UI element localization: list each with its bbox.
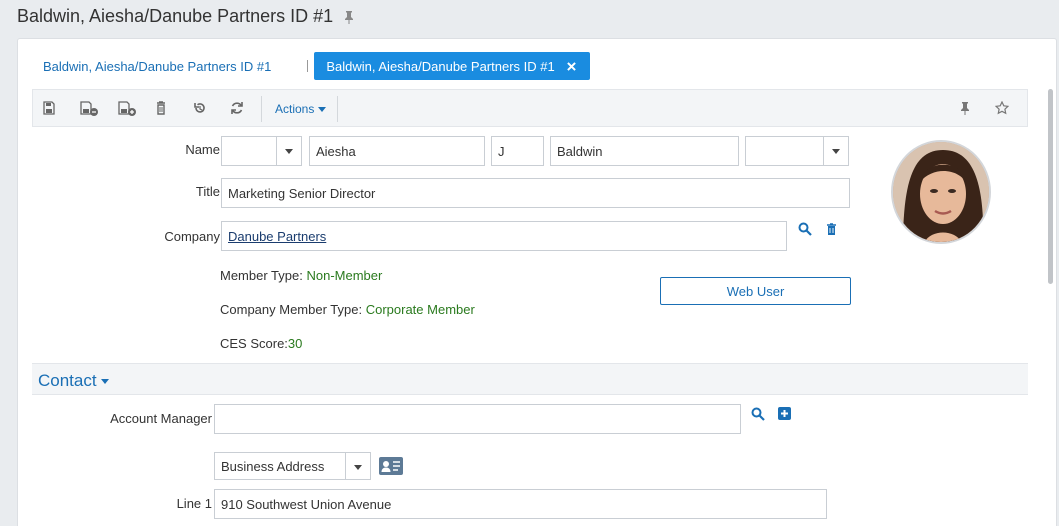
record-toolbar: Actions <box>32 89 1028 127</box>
save-close-icon <box>80 101 98 116</box>
company-field[interactable]: Danube Partners <box>221 221 787 251</box>
ces-score-label: CES Score: <box>220 336 288 351</box>
avatar-photo <box>893 142 989 242</box>
contact-section-header[interactable]: Contact <box>32 363 1028 395</box>
save-new-icon <box>118 101 136 116</box>
company-member-type: Company Member Type: Corporate Member <box>220 302 475 317</box>
title-label: Title <box>195 184 220 199</box>
chevron-down-icon <box>354 465 362 470</box>
address-type-select[interactable]: Business Address <box>214 452 371 480</box>
toolbar-divider <box>337 96 338 122</box>
member-type-value: Non-Member <box>306 268 383 283</box>
company-member-type-label: Company Member Type: <box>220 302 366 317</box>
last-name-field[interactable]: Baldwin <box>550 136 739 166</box>
ces-score-value: 30 <box>287 336 303 351</box>
member-type: Member Type: Non-Member <box>220 268 382 283</box>
company-member-type-value: Corporate Member <box>365 302 475 317</box>
trash-icon[interactable] <box>826 223 837 236</box>
member-type-label: Member Type: <box>220 268 307 283</box>
caret-down-icon <box>100 378 109 384</box>
close-icon[interactable] <box>566 61 576 71</box>
add-icon[interactable] <box>778 407 791 420</box>
scrollbar-thumb[interactable] <box>1048 89 1053 284</box>
section-title: Contact <box>38 371 109 391</box>
address-line1-field[interactable]: 910 Southwest Union Avenue <box>214 489 827 519</box>
favorite-button[interactable] <box>995 101 1009 115</box>
toolbar-divider <box>261 96 262 122</box>
refresh-button[interactable] <box>230 101 244 115</box>
actions-dropdown[interactable]: Actions <box>275 102 327 116</box>
tab-active-label: Baldwin, Aiesha/Danube Partners ID #1 <box>326 58 555 74</box>
company-link[interactable]: Danube Partners <box>228 229 326 244</box>
middle-initial-field[interactable]: J <box>491 136 544 166</box>
record-tabs: Baldwin, Aiesha/Danube Partners ID #1 Ba… <box>43 52 590 80</box>
address-card-icon[interactable] <box>379 457 403 475</box>
tab-record-inactive[interactable]: Baldwin, Aiesha/Danube Partners ID #1 <box>43 59 283 74</box>
name-label: Name <box>185 142 220 157</box>
tab-separator <box>307 60 309 72</box>
chevron-down-icon <box>832 149 840 154</box>
save-button[interactable] <box>42 101 56 115</box>
page-title: Baldwin, Aiesha/Danube Partners ID #1 <box>17 6 355 27</box>
trash-icon <box>157 101 165 115</box>
caret-down-icon <box>318 106 327 112</box>
title-field[interactable]: Marketing Senior Director <box>221 178 850 208</box>
line1-label: Line 1 <box>176 496 212 511</box>
pin-icon <box>961 102 969 115</box>
prefix-select[interactable] <box>221 136 302 166</box>
save-and-close-button[interactable] <box>79 101 99 116</box>
save-and-new-button[interactable] <box>117 101 137 116</box>
save-icon <box>43 101 55 115</box>
star-icon <box>995 101 1009 115</box>
undo-button[interactable] <box>193 101 207 115</box>
chevron-down-icon <box>285 149 293 154</box>
first-name-field[interactable]: Aiesha <box>309 136 485 166</box>
company-label: Company <box>164 229 220 244</box>
ces-score: CES Score:30 <box>220 336 302 351</box>
suffix-select[interactable] <box>745 136 849 166</box>
pin-record-button[interactable] <box>959 101 971 115</box>
search-icon[interactable] <box>798 222 812 236</box>
account-manager-field[interactable] <box>214 404 741 434</box>
page-title-text: Baldwin, Aiesha/Danube Partners ID #1 <box>17 6 334 26</box>
contact-section-title: Contact <box>38 371 97 390</box>
actions-label: Actions <box>275 102 315 116</box>
avatar[interactable] <box>891 140 991 244</box>
address-type-value: Business Address <box>221 458 325 474</box>
record-card: Baldwin, Aiesha/Danube Partners ID #1 Ba… <box>17 38 1057 526</box>
search-icon[interactable] <box>751 407 765 421</box>
account-manager-label: Account Manager <box>110 411 212 426</box>
refresh-icon <box>231 102 243 114</box>
undo-icon <box>194 103 205 113</box>
delete-button[interactable] <box>154 101 168 115</box>
pin-icon[interactable] <box>343 10 355 24</box>
web-user-button[interactable]: Web User <box>660 277 851 305</box>
tab-record-active[interactable]: Baldwin, Aiesha/Danube Partners ID #1 <box>314 52 590 80</box>
